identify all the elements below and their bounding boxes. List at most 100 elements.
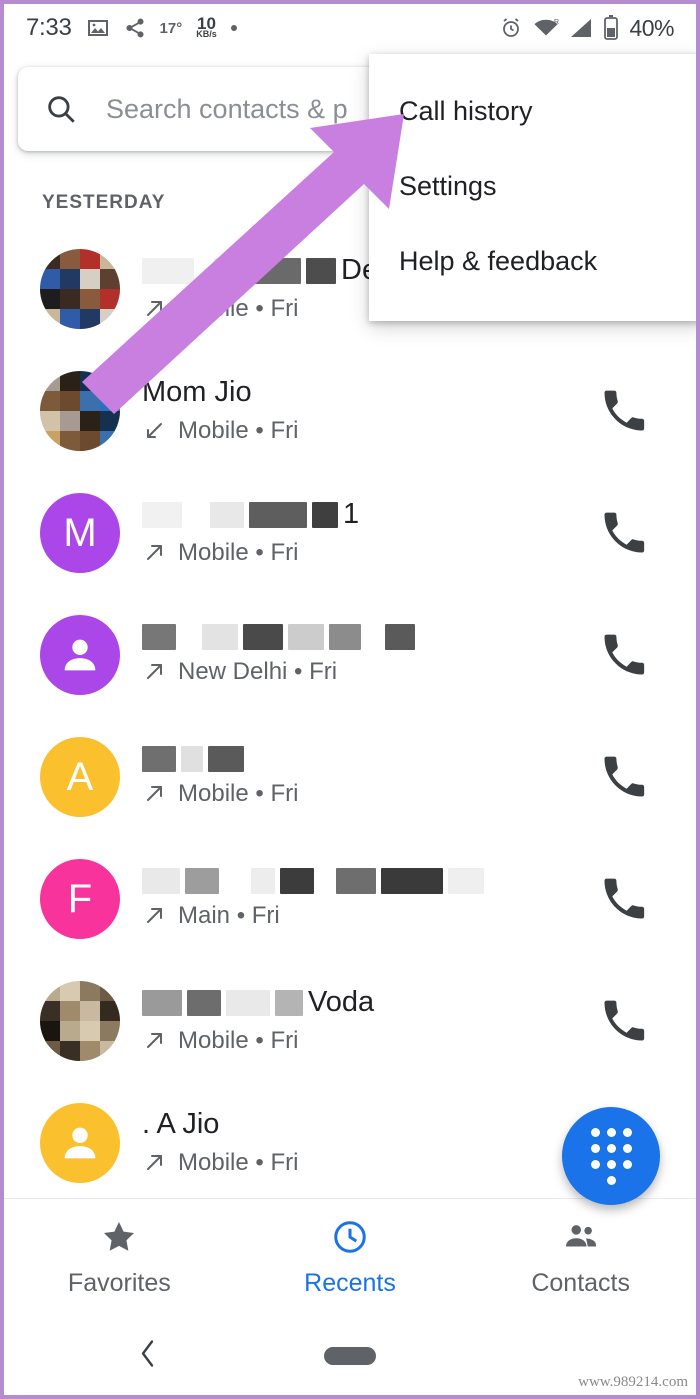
- search-input[interactable]: Search contacts & p: [106, 94, 348, 125]
- battery-percent: 40%: [629, 14, 674, 41]
- avatar[interactable]: M: [40, 493, 120, 573]
- avatar-photo[interactable]: [40, 249, 120, 329]
- redacted-block: [142, 501, 182, 528]
- contact-name-text: . A Jio: [142, 1108, 220, 1141]
- network-speed-unit: KB/s: [196, 29, 217, 40]
- avatar[interactable]: [40, 615, 120, 695]
- redacted-block: [142, 746, 176, 772]
- call-log-row[interactable]: New Delhi • Fri: [4, 594, 696, 716]
- redacted-block: [142, 989, 182, 1016]
- contact-name-text: Voda: [308, 986, 375, 1019]
- phone-screen: 7:33 17° 10 KB/s R 40% Search contacts &…: [0, 0, 700, 1399]
- call-icon[interactable]: [598, 751, 650, 803]
- back-chevron-icon[interactable]: [135, 1336, 161, 1375]
- avatar-photo[interactable]: [40, 981, 120, 1061]
- call-row-body: Mom Jio Mobile • Fri: [142, 376, 598, 445]
- contact-name: [142, 746, 598, 772]
- redacted-block: [210, 501, 244, 528]
- call-subtitle-text: New Delhi • Fri: [178, 658, 338, 685]
- redacted-block: [214, 257, 244, 284]
- tab-recents[interactable]: Recents: [235, 1218, 466, 1298]
- share-icon: [124, 17, 146, 39]
- tab-label-recents: Recents: [304, 1268, 396, 1297]
- redacted-block: [319, 868, 331, 894]
- call-icon[interactable]: [598, 995, 650, 1047]
- status-bar-left: 7:33 17° 10 KB/s: [26, 14, 499, 42]
- status-temperature: 17°: [159, 19, 183, 37]
- overflow-menu: Call history Settings Help & feedback: [369, 54, 696, 321]
- bottom-tab-bar: Favorites Recents Contacts: [4, 1198, 696, 1316]
- call-icon[interactable]: [598, 507, 650, 559]
- redacted-block: [275, 989, 303, 1016]
- menu-item-help-feedback[interactable]: Help & feedback: [369, 224, 696, 299]
- status-dot-icon: [230, 25, 237, 31]
- call-log-row[interactable]: F Main • Fri: [4, 838, 696, 960]
- call-icon[interactable]: [598, 385, 650, 437]
- tab-contacts[interactable]: Contacts: [465, 1218, 696, 1298]
- people-icon: [562, 1218, 600, 1261]
- call-row-body: . A Jio Mobile • Fri: [142, 1108, 598, 1177]
- redacted-block: [243, 624, 283, 650]
- outgoing-call-arrow-icon: [142, 297, 166, 321]
- outgoing-call-arrow-icon: [142, 1151, 166, 1175]
- call-row-body: 1 Mobile • Fri: [142, 498, 598, 567]
- redacted-block: [226, 989, 270, 1016]
- call-row-subtitle: Mobile • Fri: [142, 780, 598, 808]
- call-subtitle-text: Mobile • Fri: [178, 1148, 299, 1176]
- status-clock: 7:33: [26, 14, 72, 41]
- call-log-row[interactable]: M 1 Mobile • Fri: [4, 472, 696, 594]
- call-rows-container: DelhiMobile • FriMom JioMobile • FriM1Mo…: [4, 228, 696, 1204]
- call-row-subtitle: Mobile • Fri: [142, 539, 598, 567]
- avatar-photo[interactable]: [40, 371, 120, 451]
- redacted-block: [329, 624, 361, 650]
- outgoing-call-arrow-icon: [142, 541, 166, 565]
- home-pill-icon[interactable]: [324, 1346, 376, 1365]
- dialpad-fab[interactable]: [562, 1107, 660, 1205]
- redacted-block: [181, 746, 203, 772]
- redacted-block: [142, 624, 176, 650]
- signal-icon: [569, 17, 593, 39]
- redacted-block: [306, 257, 336, 284]
- watermark: www.989214.com: [578, 1374, 688, 1390]
- avatar[interactable]: A: [40, 737, 120, 817]
- call-icon[interactable]: [598, 873, 650, 925]
- redacted-block: [199, 257, 209, 284]
- call-row-body: Voda Mobile • Fri: [142, 986, 598, 1055]
- avatar[interactable]: [40, 1103, 120, 1183]
- alarm-icon: [499, 16, 523, 40]
- redacted-block: [185, 868, 219, 894]
- tab-label-favorites: Favorites: [67, 1268, 171, 1297]
- person-icon: [64, 639, 96, 671]
- redacted-block: [181, 624, 197, 650]
- redacted-block: [224, 868, 246, 894]
- call-row-body: Main • Fri: [142, 868, 598, 930]
- avatar[interactable]: F: [40, 859, 120, 939]
- redacted-block: [142, 868, 180, 894]
- call-log-row[interactable]: Voda Mobile • Fri: [4, 960, 696, 1082]
- call-subtitle-text: Mobile • Fri: [178, 294, 299, 322]
- svg-text:R: R: [554, 19, 559, 26]
- tab-favorites[interactable]: Favorites: [4, 1218, 235, 1298]
- redacted-block: [249, 257, 301, 284]
- outgoing-call-arrow-icon: [142, 904, 166, 928]
- redacted-block: [187, 989, 221, 1016]
- redacted-block: [208, 746, 244, 772]
- call-subtitle-text: Main • Fri: [178, 902, 280, 929]
- redacted-block: [187, 501, 205, 528]
- call-log-row[interactable]: A Mobile • Fri: [4, 716, 696, 838]
- star-icon: [100, 1218, 138, 1261]
- call-log-row[interactable]: Mom Jio Mobile • Fri: [4, 350, 696, 472]
- contact-name: Voda: [142, 986, 598, 1019]
- search-icon: [44, 92, 78, 126]
- status-bar: 7:33 17° 10 KB/s R 40%: [4, 4, 696, 52]
- call-subtitle-text: Mobile • Fri: [178, 780, 299, 807]
- menu-item-call-history[interactable]: Call history: [369, 74, 696, 149]
- redacted-block: [366, 624, 380, 650]
- menu-item-settings[interactable]: Settings: [369, 149, 696, 224]
- call-row-subtitle: Mobile • Fri: [142, 1149, 598, 1177]
- contact-name: [142, 624, 598, 650]
- call-icon[interactable]: [598, 629, 650, 681]
- network-speed-indicator: 10 KB/s: [196, 15, 217, 40]
- call-log-list: YESTERDAY DelhiMobile • FriMom JioMobile…: [4, 164, 696, 1235]
- contact-name: Mom Jio: [142, 376, 598, 409]
